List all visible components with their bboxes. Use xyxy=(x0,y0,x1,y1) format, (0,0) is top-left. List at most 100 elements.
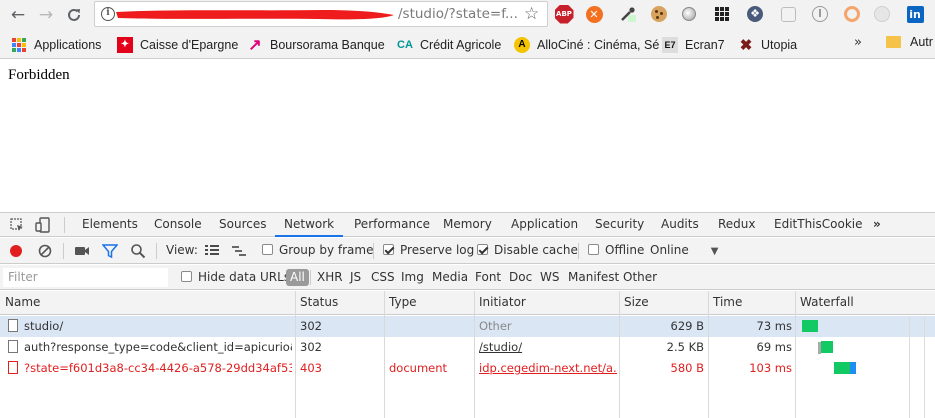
inspect-element-icon[interactable] xyxy=(9,217,25,233)
bookmarks-bar: Applications ✦ Caisse d'Epargne ↗ Bourso… xyxy=(0,30,935,59)
filter-type-xhr[interactable]: XHR xyxy=(317,265,343,290)
hide-data-urls-label: Hide data URLs xyxy=(198,270,291,284)
bookmark-allocine[interactable]: A AlloCiné : Cinéma, Sé xyxy=(514,35,659,54)
tab-network[interactable]: Network xyxy=(275,213,344,237)
site-info-icon[interactable]: i xyxy=(101,7,115,21)
browser-toolbar: ← → i /studio/?state=f... ☆ ABP ✕ ❖ in xyxy=(0,0,935,30)
bookmark-credit-agricole[interactable]: CA Crédit Agricole xyxy=(397,35,501,54)
grid-icon[interactable] xyxy=(712,4,732,24)
bookmark-label: Ecran7 xyxy=(685,37,725,52)
filter-type-ws[interactable]: WS xyxy=(540,265,559,290)
gear-icon[interactable] xyxy=(872,4,892,24)
url-text: /studio/?state=f... xyxy=(398,6,518,22)
hide-data-urls-box[interactable] xyxy=(181,271,192,282)
record-icon[interactable] xyxy=(8,243,24,259)
search-icon[interactable] xyxy=(130,243,146,259)
group-by-frame-label: Group by frame xyxy=(279,243,374,257)
waterfall-bar-download xyxy=(850,362,856,374)
tab-audits[interactable]: Audits xyxy=(661,213,699,237)
linkedin-icon[interactable]: in xyxy=(905,4,925,24)
filter-type-all[interactable]: All xyxy=(286,269,309,286)
column-header-time[interactable]: Time xyxy=(713,291,742,315)
document-icon xyxy=(8,319,18,332)
filter-type-other[interactable]: Other xyxy=(623,265,657,290)
offline-checkbox[interactable]: Offline xyxy=(588,238,644,264)
preserve-log-checkbox[interactable]: Preserve log xyxy=(383,238,474,264)
bookmark-folder-label: Autr xyxy=(910,35,933,49)
request-status: 302 xyxy=(300,340,322,354)
group-by-frame-box[interactable] xyxy=(262,244,273,255)
overview-icon[interactable] xyxy=(231,243,247,259)
bookmark-caisse-epargne[interactable]: ✦ Caisse d'Epargne xyxy=(117,35,238,54)
column-header-name[interactable]: Name xyxy=(5,291,40,315)
disable-cache-checkbox[interactable]: Disable cache xyxy=(477,238,578,264)
tab-performance[interactable]: Performance xyxy=(354,213,430,237)
column-header-size[interactable]: Size xyxy=(624,291,649,315)
orange-circle-icon[interactable]: ✕ xyxy=(584,4,604,24)
large-rows-icon[interactable] xyxy=(204,243,220,259)
tab-elements[interactable]: Elements xyxy=(82,213,138,237)
tab-editthiscookie[interactable]: EditThisCookie xyxy=(774,213,863,237)
request-initiator[interactable]: /studio/ xyxy=(479,337,617,358)
request-name[interactable]: ?state=f601d3a8-cc34-4426-a578-29dd34af5… xyxy=(24,358,292,379)
devtools-tab-bar: Elements Console Sources Network Perform… xyxy=(0,213,935,237)
filter-type-js[interactable]: JS xyxy=(350,265,361,290)
forward-icon[interactable]: → xyxy=(34,3,58,27)
credit-agricole-icon: CA xyxy=(397,38,413,51)
eyedropper-icon[interactable] xyxy=(618,4,638,24)
orange-ring-icon[interactable] xyxy=(842,4,862,24)
throttling-select[interactable]: Online ▼ xyxy=(650,238,718,264)
abp-icon[interactable]: ABP xyxy=(554,4,574,24)
bookmark-boursorama[interactable]: ↗ Boursorama Banque xyxy=(247,35,384,54)
request-name[interactable]: studio/ xyxy=(24,316,292,337)
bookmark-applications[interactable]: Applications xyxy=(11,35,101,54)
filter-type-manifest[interactable]: Manifest xyxy=(568,265,619,290)
filter-input[interactable]: Filter xyxy=(3,268,168,287)
back-icon[interactable]: ← xyxy=(6,3,30,27)
request-name[interactable]: auth?response_type=code&client_id=apicur… xyxy=(24,337,292,358)
group-by-frame-checkbox[interactable]: Group by frame xyxy=(262,238,373,264)
column-header-status[interactable]: Status xyxy=(300,291,338,315)
clear-icon[interactable] xyxy=(37,243,53,259)
square-icon[interactable] xyxy=(778,4,798,24)
waterfall-bar[interactable] xyxy=(802,320,818,332)
hide-data-urls-checkbox[interactable]: Hide data URLs xyxy=(181,265,290,290)
capture-screenshots-icon[interactable] xyxy=(74,243,90,259)
column-header-waterfall[interactable]: Waterfall xyxy=(800,291,854,315)
tab-redux[interactable]: Redux xyxy=(718,213,756,237)
waterfall-bar[interactable] xyxy=(834,362,850,374)
filter-icon[interactable] xyxy=(102,243,118,259)
disable-cache-box[interactable] xyxy=(477,244,488,255)
filter-type-img[interactable]: Img xyxy=(401,265,424,290)
offline-box[interactable] xyxy=(588,244,599,255)
bug-icon[interactable]: ❖ xyxy=(745,4,765,24)
bookmark-star-icon[interactable]: ☆ xyxy=(524,4,539,24)
address-bar[interactable]: i /studio/?state=f... ☆ xyxy=(94,1,548,27)
bookmark-folder-other[interactable]: Autr xyxy=(886,35,933,49)
column-header-initiator[interactable]: Initiator xyxy=(479,291,526,315)
device-toolbar-icon[interactable] xyxy=(35,217,51,233)
bookmark-ecran7[interactable]: E7 Ecran7 xyxy=(662,35,725,54)
preserve-log-box[interactable] xyxy=(383,244,394,255)
filter-bar: Filter Hide data URLs All XHR JS CSS Img… xyxy=(0,265,935,290)
reload-icon[interactable] xyxy=(62,3,86,27)
filter-type-media[interactable]: Media xyxy=(432,265,468,290)
cookie-icon[interactable] xyxy=(649,4,669,24)
waterfall-bar[interactable] xyxy=(821,341,833,353)
tab-application[interactable]: Application xyxy=(511,213,578,237)
bookmark-utopia[interactable]: ✖ Utopia xyxy=(738,35,797,54)
power-ring-icon[interactable] xyxy=(810,4,830,24)
tab-sources[interactable]: Sources xyxy=(219,213,266,237)
filter-type-css[interactable]: CSS xyxy=(371,265,395,290)
bookmarks-more-button[interactable]: » xyxy=(854,35,862,50)
request-initiator[interactable]: idp.cegedim-next.net/a... xyxy=(479,358,617,379)
filter-type-doc[interactable]: Doc xyxy=(509,265,532,290)
page-content: Forbidden xyxy=(0,60,935,212)
more-tabs-button[interactable]: » xyxy=(873,213,881,237)
tab-security[interactable]: Security xyxy=(595,213,644,237)
column-header-type[interactable]: Type xyxy=(389,291,417,315)
tab-memory[interactable]: Memory xyxy=(443,213,492,237)
filter-type-font[interactable]: Font xyxy=(475,265,501,290)
tab-console[interactable]: Console xyxy=(154,213,202,237)
gray-ball-icon[interactable] xyxy=(679,4,699,24)
